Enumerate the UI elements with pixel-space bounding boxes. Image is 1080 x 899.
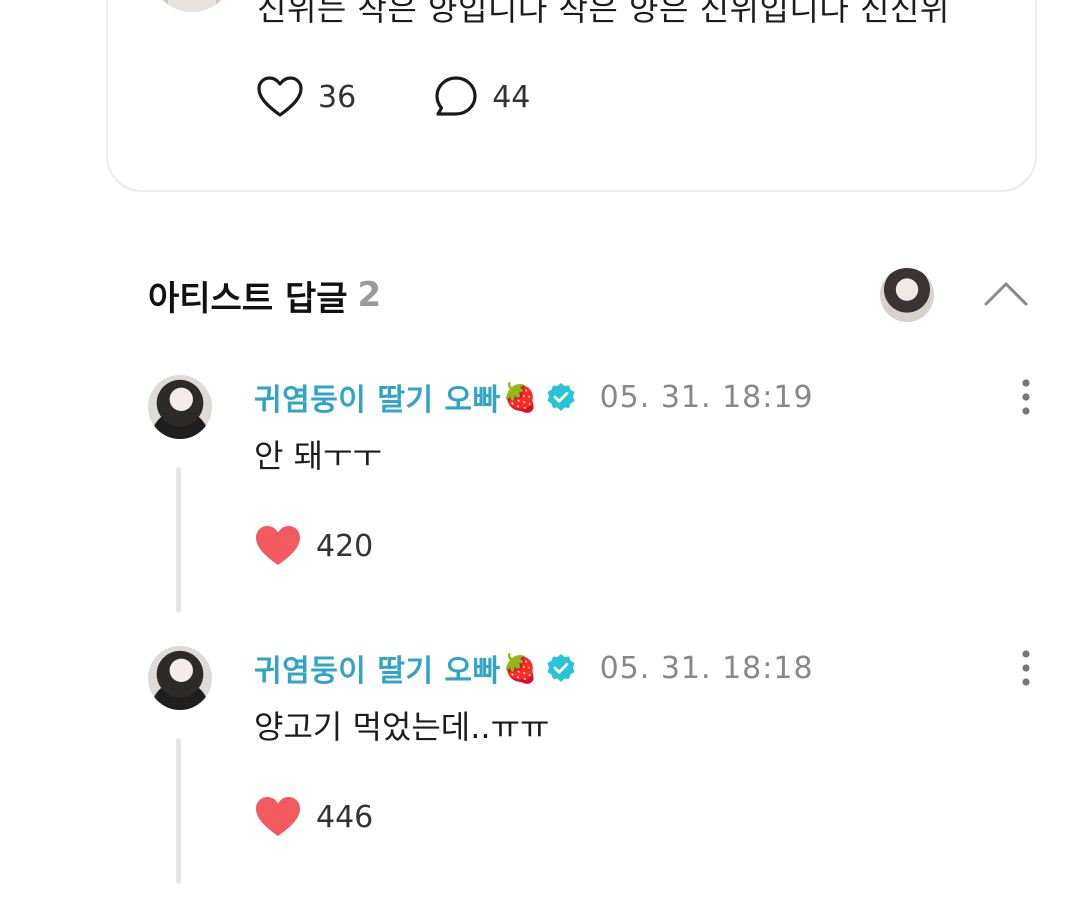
post-card[interactable]: 신위는 작은 양입니다 작은 양은 신위입니다 신신위 36 44: [106, 0, 1037, 192]
verified-badge-icon: [547, 654, 575, 682]
artist-avatar[interactable]: [880, 268, 934, 322]
comment-author-avatar[interactable]: [148, 375, 212, 439]
comment-header: 귀염둥이 딸기 오빠 🍓 05. 31. 18:18: [254, 646, 814, 690]
comment-timestamp: 05. 31. 18:19: [599, 379, 814, 415]
reply-thread-screen: 신위는 작은 양입니다 작은 양은 신위입니다 신신위 36 44 아티스트 답…: [0, 0, 1080, 899]
comment-item: 귀염둥이 딸기 오빠 🍓 05. 31. 18:19 안 돼ㅜㅜ 420: [0, 375, 1080, 645]
speech-bubble-icon: [435, 76, 477, 116]
post-comment-button[interactable]: 44: [434, 75, 530, 119]
thread-line: [176, 738, 181, 884]
comment-author-avatar[interactable]: [148, 646, 212, 710]
comment-like-count: 420: [316, 528, 374, 564]
comment-author-name[interactable]: 귀염둥이 딸기 오빠: [254, 646, 501, 690]
heart-outline-icon: [257, 76, 303, 117]
thread-line: [176, 467, 181, 613]
post-like-button[interactable]: 36: [256, 75, 356, 119]
post-text: 신위는 작은 양입니다 작은 양은 신위입니다 신신위: [257, 0, 950, 28]
strawberry-emoji: 🍓: [502, 651, 538, 685]
comment-text: 안 돼ㅜㅜ: [254, 437, 382, 475]
comment-like-count: 446: [316, 799, 374, 835]
heart-filled-icon: [256, 526, 300, 565]
artist-replies-count: 2: [357, 275, 382, 315]
comment-item: 귀염둥이 딸기 오빠 🍓 05. 31. 18:18 양고기 먹었는데..ㅠㅠ …: [0, 646, 1080, 899]
post-actions: 36 44: [256, 74, 608, 120]
strawberry-emoji: 🍓: [502, 380, 538, 414]
more-vertical-icon[interactable]: [1014, 648, 1038, 688]
post-comment-count: 44: [492, 79, 531, 115]
chevron-up-icon[interactable]: [982, 276, 1030, 310]
comment-timestamp: 05. 31. 18:18: [599, 650, 814, 686]
comment-like-button[interactable]: 420: [254, 523, 373, 569]
verified-badge-icon: [547, 383, 575, 411]
more-vertical-icon[interactable]: [1014, 377, 1038, 417]
post-like-count: 36: [318, 79, 357, 115]
comment-text: 양고기 먹었는데..ㅠㅠ: [254, 708, 550, 746]
comment-author-name[interactable]: 귀염둥이 딸기 오빠: [254, 375, 501, 419]
artist-replies-title: 아티스트 답글: [148, 278, 348, 319]
comment-like-button[interactable]: 446: [254, 794, 373, 840]
post-author-avatar[interactable]: [150, 0, 234, 12]
comment-header: 귀염둥이 딸기 오빠 🍓 05. 31. 18:19: [254, 375, 814, 419]
heart-filled-icon: [256, 797, 300, 836]
artist-replies-header: 아티스트 답글 2: [148, 272, 382, 319]
